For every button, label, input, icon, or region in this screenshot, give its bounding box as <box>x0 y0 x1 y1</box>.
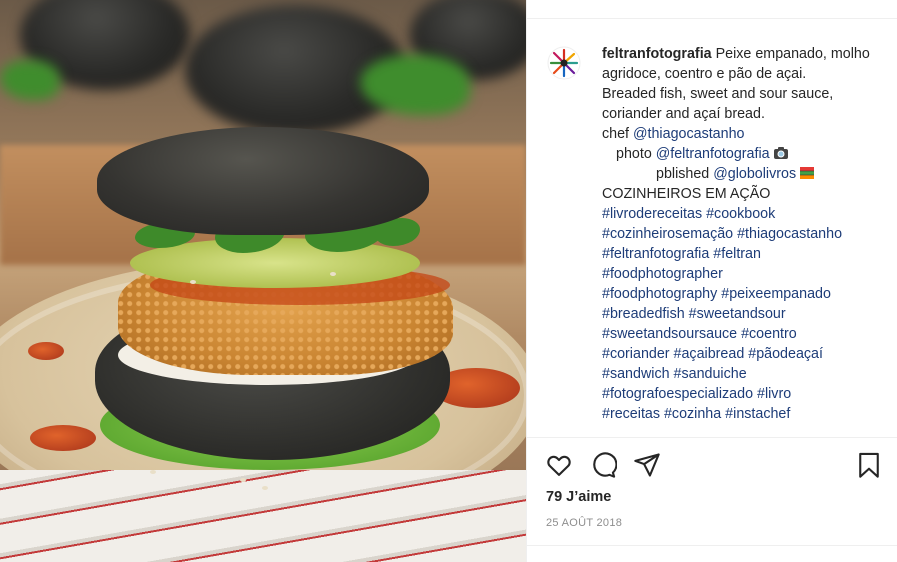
hashtag-line[interactable]: #cozinheirosemação #thiagocastanho <box>602 224 892 244</box>
bookmark-icon <box>859 452 879 478</box>
caption-published-line: pblished @globolivros <box>602 164 892 184</box>
comment-button[interactable] <box>589 451 618 479</box>
caption-heading: COZINHEIROS EM AÇÃO <box>602 186 771 202</box>
photo-seed <box>330 272 336 276</box>
hashtag-line[interactable]: #foodphotographer <box>602 264 892 284</box>
photo-seed <box>150 470 156 474</box>
heart-icon <box>547 455 571 476</box>
hashtag-line[interactable]: #sweetandsoursauce #coentro <box>602 324 892 344</box>
divider <box>527 18 897 19</box>
like-button[interactable] <box>545 451 573 479</box>
post-date[interactable]: 25 AOÛT 2018 <box>546 517 622 529</box>
divider <box>527 437 897 438</box>
photo-seed <box>262 486 268 490</box>
hashtag-line[interactable]: #livrodereceitas #cookbook <box>602 204 892 224</box>
photo-seed <box>190 280 196 284</box>
caption-chef-line: chef @thiagocastanho <box>602 124 892 144</box>
chef-mention[interactable]: @thiagocastanho <box>633 126 745 142</box>
photo-sauce-drop <box>28 342 64 360</box>
caption-chef-label: chef <box>602 126 633 142</box>
post-caption: feltranfotografia Peixe empanado, molho … <box>602 44 892 432</box>
share-icon <box>634 453 660 477</box>
publisher-mention[interactable]: @globolivros <box>713 166 796 182</box>
caption-text-english: Breaded fish, sweet and sour sauce, cori… <box>602 86 834 122</box>
photo-mention[interactable]: @feltranfotografia <box>656 146 770 162</box>
photo-seed <box>240 478 246 482</box>
caption-photo-label: photo <box>616 146 656 162</box>
hashtag-line[interactable]: #foodphotography #peixeempanado <box>602 284 892 304</box>
camera-emoji-icon <box>773 147 788 159</box>
divider <box>527 545 897 546</box>
hashtag-line[interactable]: #breadedfish #sweetandsour <box>602 304 892 324</box>
photo-sauce-drop <box>30 425 96 451</box>
photo-top-bun <box>97 127 429 235</box>
photo-background-leaf <box>0 60 60 100</box>
hashtag-line[interactable]: #sandwich #sanduiche <box>602 364 892 384</box>
caption-published-label: pblished <box>656 166 714 182</box>
hashtag-line[interactable]: #feltranfotografia #feltran <box>602 244 892 264</box>
comment-icon <box>593 452 618 478</box>
hashtag-line[interactable]: #receitas #cozinha #instachef <box>602 404 892 424</box>
caption-intro: feltranfotografia Peixe empanado, molho … <box>602 44 892 84</box>
caption-photo-line: photo @feltranfotografia <box>602 144 892 164</box>
likes-count[interactable]: 79 J’aime <box>546 489 611 505</box>
avatar-icon <box>547 46 581 80</box>
share-button[interactable] <box>633 451 661 479</box>
action-bar <box>545 451 890 479</box>
post-photo[interactable] <box>0 0 526 562</box>
hashtag-line[interactable]: #coriander #açaibread #pãodeaçaí <box>602 344 892 364</box>
avatar[interactable] <box>547 46 581 80</box>
username-link[interactable]: feltranfotografia <box>602 46 712 62</box>
hashtag-line[interactable]: #fotografoespecializado #livro <box>602 384 892 404</box>
save-button[interactable] <box>855 451 883 479</box>
photo-napkin <box>0 470 526 562</box>
post-details-panel: feltranfotografia Peixe empanado, molho … <box>526 0 897 562</box>
books-emoji-icon <box>800 167 815 179</box>
